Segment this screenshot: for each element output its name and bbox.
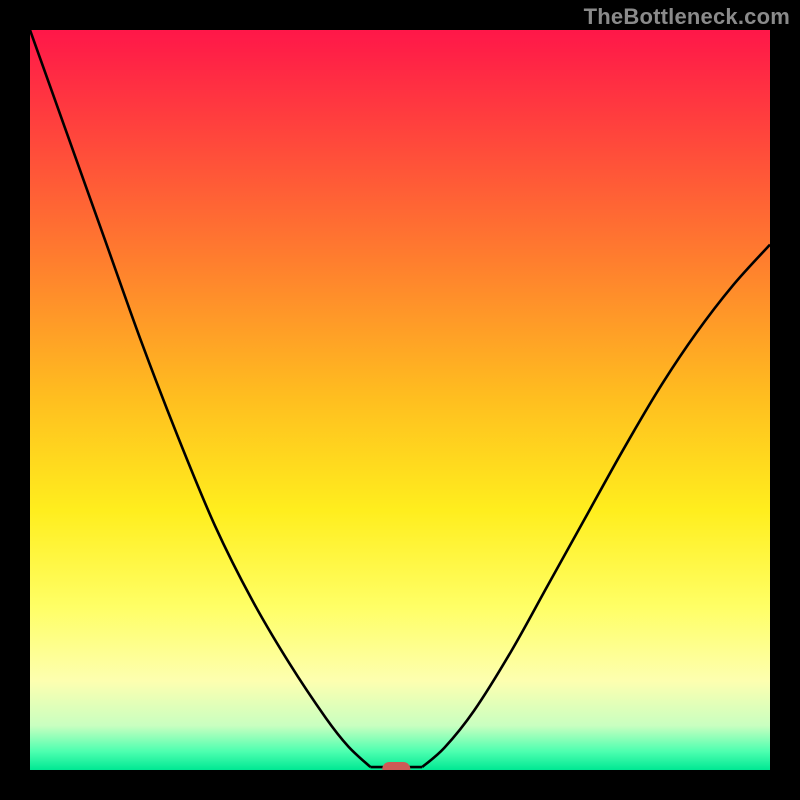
bottleneck-chart [30, 30, 770, 770]
chart-frame: TheBottleneck.com [0, 0, 800, 800]
gradient-background [30, 30, 770, 770]
plot-area [30, 30, 770, 770]
minimum-marker [382, 762, 410, 770]
attribution-text: TheBottleneck.com [584, 4, 790, 30]
